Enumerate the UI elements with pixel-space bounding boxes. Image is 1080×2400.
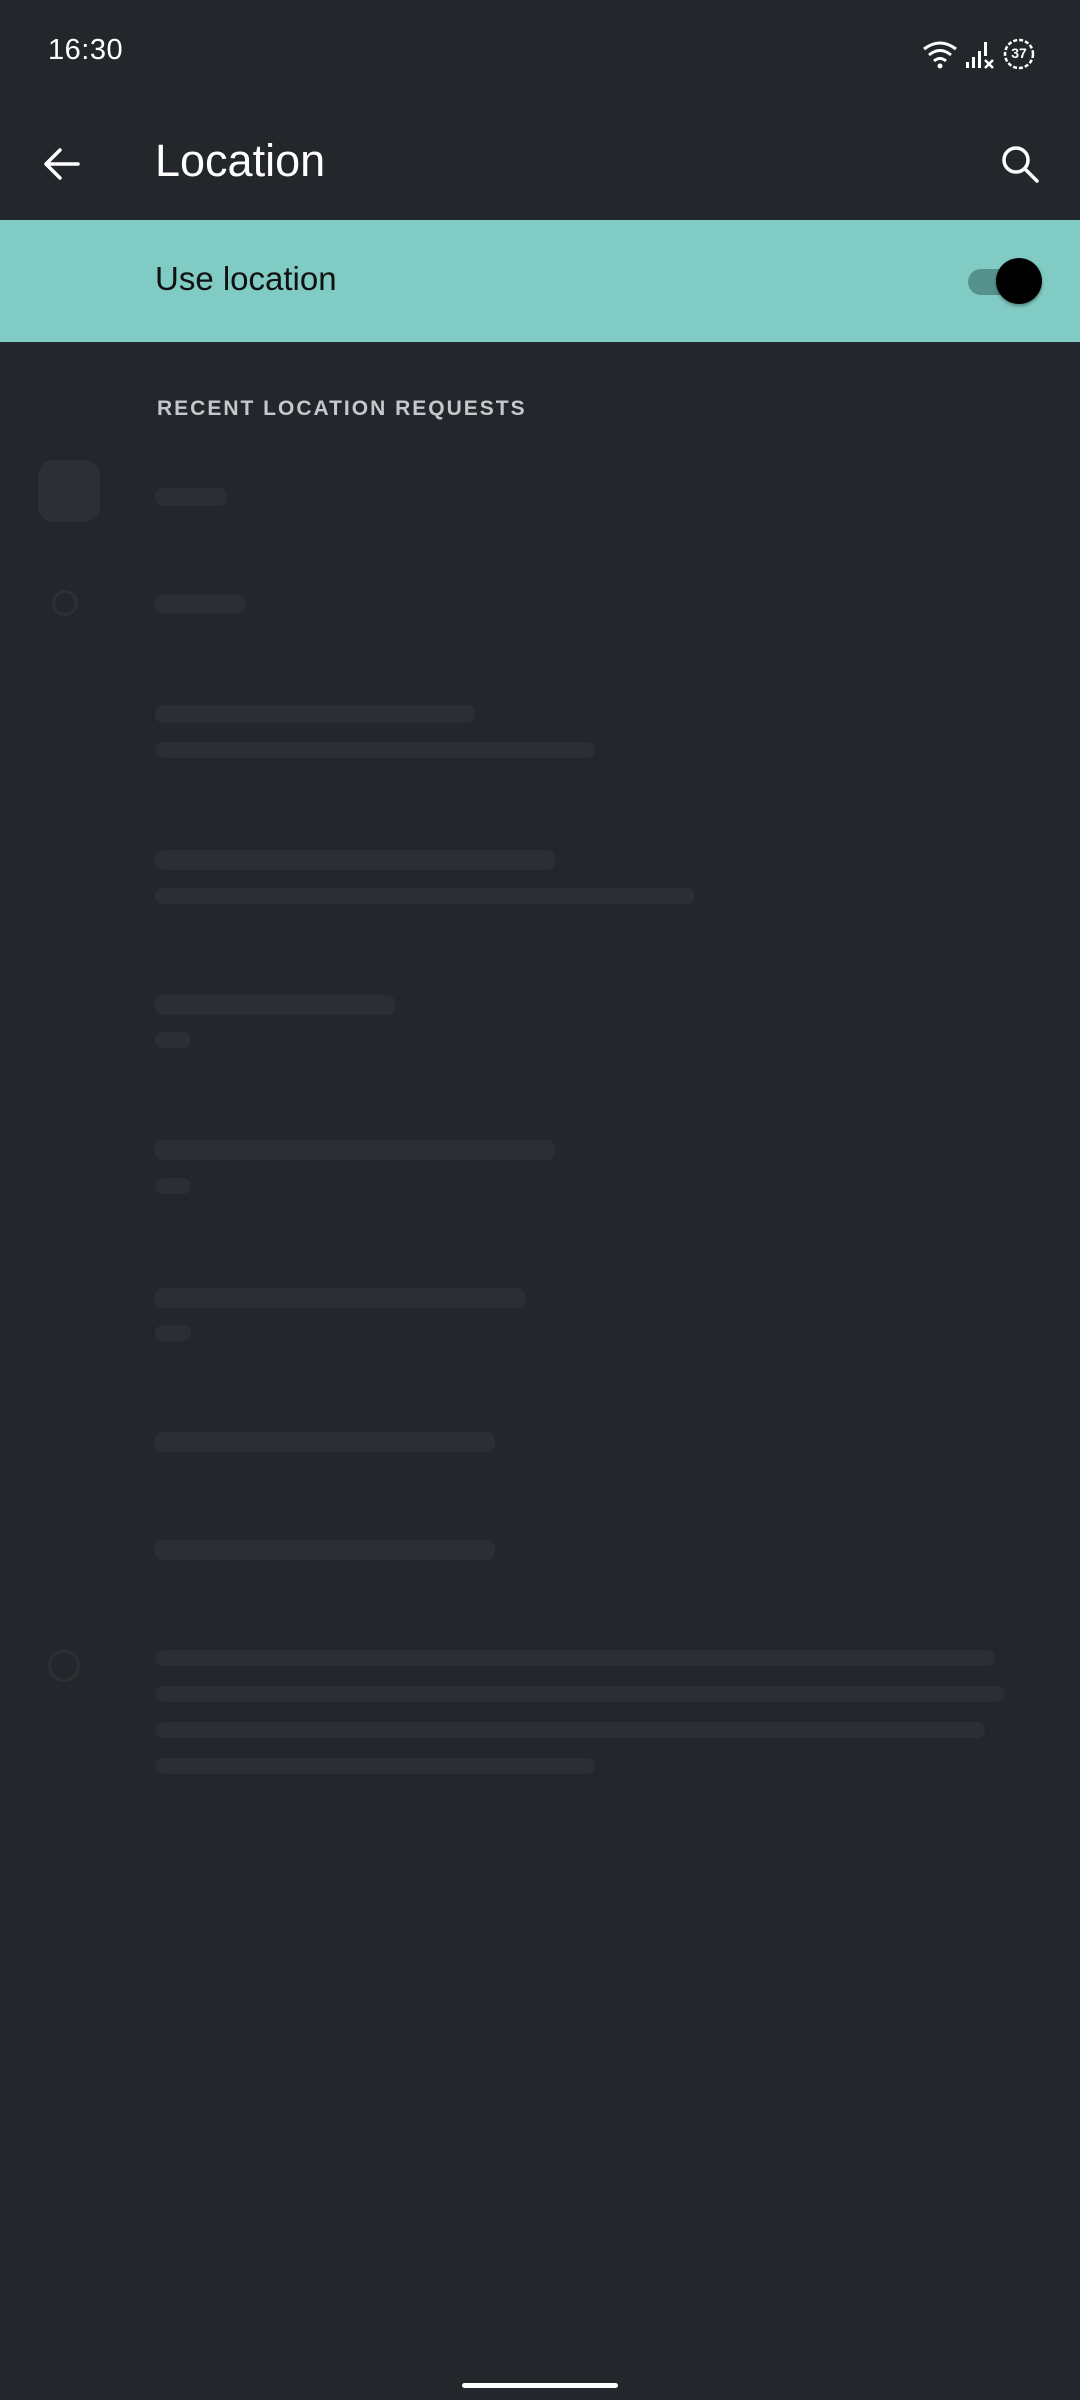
disabled-line	[155, 1758, 595, 1774]
wifi-icon	[922, 39, 958, 69]
disabled-line	[155, 488, 227, 506]
disabled-line	[155, 705, 475, 723]
battery-icon: 37	[1002, 37, 1036, 71]
disabled-line	[155, 742, 595, 758]
disabled-line	[155, 1288, 525, 1308]
disabled-line	[155, 1650, 995, 1666]
disabled-app-icon	[38, 460, 100, 522]
disabled-line	[155, 1722, 985, 1738]
disabled-line	[155, 1032, 191, 1048]
disabled-info-icon	[48, 1650, 80, 1682]
back-button[interactable]	[28, 130, 96, 198]
disabled-line	[155, 1178, 191, 1194]
gesture-nav-handle[interactable]	[462, 2383, 618, 2388]
disabled-line	[155, 1432, 495, 1452]
location-settings-screen: 16:30 37 Location Use location RECENT LO…	[0, 0, 1080, 2400]
disabled-line	[155, 1686, 1005, 1702]
status-time: 16:30	[48, 34, 124, 66]
disabled-line	[155, 888, 695, 904]
disabled-line	[155, 1140, 555, 1160]
disabled-line	[155, 850, 555, 870]
disabled-chevron-icon	[52, 590, 78, 616]
search-button[interactable]	[986, 130, 1054, 198]
disabled-line	[155, 995, 395, 1015]
recent-location-requests-header: RECENT LOCATION REQUESTS	[157, 397, 527, 420]
status-bar: 16:30 37	[0, 0, 1080, 108]
page-title: Location	[155, 135, 326, 186]
use-location-row[interactable]: Use location	[0, 220, 1080, 342]
battery-level-text: 37	[1011, 45, 1027, 61]
disabled-line	[155, 595, 245, 613]
disabled-line	[155, 1540, 495, 1560]
disabled-line	[155, 1325, 191, 1341]
status-icons: 37	[922, 32, 1036, 76]
switch-thumb	[996, 258, 1042, 304]
search-icon	[1002, 146, 1039, 183]
use-location-label: Use location	[155, 260, 337, 297]
app-bar: Location	[0, 108, 1080, 220]
signal-no-service-icon	[964, 38, 996, 70]
arrow-back-icon	[44, 148, 80, 180]
use-location-switch[interactable]	[968, 258, 1042, 304]
